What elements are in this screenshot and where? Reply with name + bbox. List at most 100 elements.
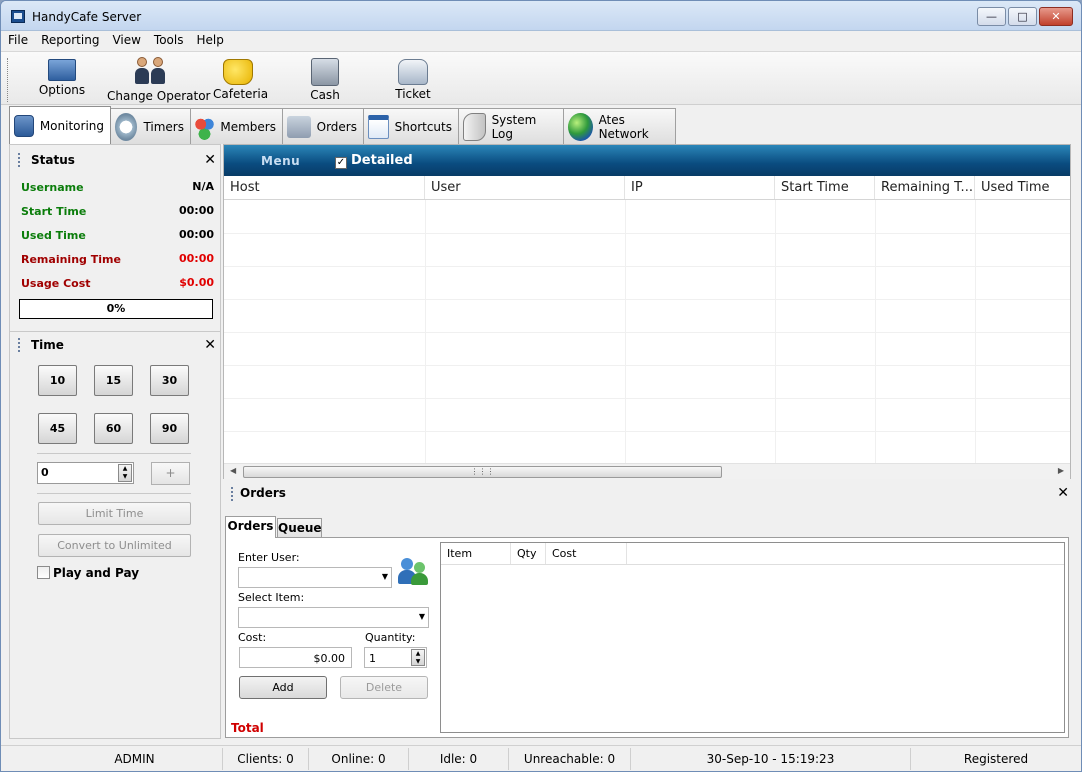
status-datetime: 30-Sep-10 - 15:19:23 bbox=[631, 748, 911, 770]
tab-shortcuts[interactable]: Shortcuts bbox=[363, 108, 459, 144]
used-time-row: Used Time 00:00 bbox=[21, 225, 214, 245]
quantity-stepper[interactable]: 1 ▲ ▼ bbox=[364, 647, 427, 668]
time-30-button[interactable]: 30 bbox=[150, 365, 189, 396]
status-panel-header: Status ✕ bbox=[10, 147, 220, 173]
stopwatch-icon bbox=[115, 112, 138, 141]
time-45-button[interactable]: 45 bbox=[38, 413, 77, 444]
grid-body[interactable] bbox=[224, 200, 1070, 463]
column-ip[interactable]: IP bbox=[625, 176, 775, 199]
column-remaining-time[interactable]: Remaining T... bbox=[875, 176, 975, 199]
scroll-thumb[interactable]: ⋮⋮⋮ bbox=[243, 466, 722, 478]
status-operator: ADMIN bbox=[47, 748, 223, 770]
ticket-button[interactable]: Ticket bbox=[393, 55, 433, 103]
cafeteria-button[interactable]: Cafeteria bbox=[213, 55, 268, 103]
tab-monitoring-label: Monitoring bbox=[39, 118, 104, 133]
limit-time-button[interactable]: Limit Time bbox=[38, 502, 191, 525]
maximize-button[interactable]: □ bbox=[1008, 7, 1037, 26]
play-and-pay-label: Play and Pay bbox=[53, 566, 140, 580]
select-item-combo[interactable]: ▼ bbox=[238, 607, 429, 628]
column-used-time[interactable]: Used Time bbox=[975, 176, 1070, 199]
options-button[interactable]: Options bbox=[37, 55, 87, 103]
add-order-button[interactable]: Add bbox=[239, 676, 327, 699]
order-items-list[interactable]: Item Qty Cost bbox=[440, 542, 1065, 733]
tab-timers[interactable]: Timers bbox=[110, 108, 191, 144]
play-and-pay-checkbox[interactable]: Play and Pay bbox=[37, 566, 139, 580]
username-row: Username N/A bbox=[21, 177, 214, 197]
checkbox-icon[interactable] bbox=[37, 566, 50, 579]
find-user-icon[interactable] bbox=[398, 556, 430, 586]
dropdown-arrow-icon[interactable]: ▼ bbox=[419, 612, 425, 621]
username-label: Username bbox=[21, 181, 84, 194]
panel-grip[interactable] bbox=[18, 153, 20, 167]
convert-unlimited-button[interactable]: Convert to Unlimited bbox=[38, 534, 191, 557]
detailed-checkbox[interactable]: ✓ Detailed bbox=[335, 153, 413, 169]
tab-system-log[interactable]: System Log bbox=[458, 108, 564, 144]
minutes-stepper[interactable]: 0 ▲ ▼ bbox=[37, 462, 134, 484]
status-bar: ADMIN Clients: 0 Online: 0 Idle: 0 Unrea… bbox=[1, 745, 1081, 771]
stepper-arrows-icon[interactable]: ▲ ▼ bbox=[411, 649, 425, 666]
scroll-icon bbox=[463, 112, 486, 141]
menu-reporting[interactable]: Reporting bbox=[34, 31, 105, 50]
left-panel: Status ✕ Username N/A Start Time 00:00 U… bbox=[9, 144, 221, 739]
column-qty[interactable]: Qty bbox=[511, 543, 546, 564]
tab-members[interactable]: Members bbox=[190, 108, 283, 144]
close-icon[interactable]: ✕ bbox=[204, 337, 216, 353]
add-time-button[interactable]: + bbox=[151, 462, 190, 485]
window-controls: — □ ✕ bbox=[977, 7, 1073, 26]
title-bar[interactable]: HandyCafe Server — □ ✕ bbox=[1, 1, 1081, 31]
panel-grip[interactable] bbox=[231, 487, 233, 501]
dropdown-arrow-icon[interactable]: ▼ bbox=[382, 572, 388, 581]
subtab-queue[interactable]: Queue bbox=[277, 518, 322, 538]
cost-field[interactable]: $0.00 bbox=[239, 647, 352, 668]
orders-panel: Orders ✕ Orders Queue Enter User: ▼ Sele… bbox=[223, 481, 1071, 739]
checkmark-icon[interactable]: ✓ bbox=[335, 157, 347, 169]
time-panel-header: Time ✕ bbox=[10, 332, 220, 358]
column-user[interactable]: User bbox=[425, 176, 625, 199]
column-host[interactable]: Host bbox=[224, 176, 425, 199]
tab-ates-network-label: Ates Network bbox=[598, 112, 649, 141]
close-icon[interactable]: ✕ bbox=[204, 152, 216, 168]
close-icon[interactable]: ✕ bbox=[1057, 485, 1069, 501]
cash-button[interactable]: Cash bbox=[305, 55, 345, 103]
orders-title: Orders bbox=[240, 486, 286, 500]
remaining-time-row: Remaining Time 00:00 bbox=[21, 249, 214, 269]
panel-grip[interactable] bbox=[18, 338, 20, 352]
used-time-label: Used Time bbox=[21, 229, 86, 242]
stepper-arrows-icon[interactable]: ▲ ▼ bbox=[118, 464, 132, 482]
column-start-time[interactable]: Start Time bbox=[775, 176, 875, 199]
column-item[interactable]: Item bbox=[441, 543, 511, 564]
quantity-value: 1 bbox=[369, 652, 376, 665]
menu-help[interactable]: Help bbox=[189, 31, 229, 50]
time-90-button[interactable]: 90 bbox=[150, 413, 189, 444]
tab-orders[interactable]: Orders bbox=[282, 108, 364, 144]
cost-label: Cost: bbox=[238, 631, 267, 644]
members-icon bbox=[195, 112, 215, 141]
toolbar-grip[interactable] bbox=[7, 58, 10, 102]
tab-monitoring[interactable]: Monitoring bbox=[9, 106, 111, 144]
menu-file[interactable]: File bbox=[1, 31, 34, 50]
scroll-right-icon[interactable]: ▶ bbox=[1058, 466, 1064, 475]
username-value: N/A bbox=[192, 180, 214, 193]
minimize-button[interactable]: — bbox=[977, 7, 1006, 26]
time-60-button[interactable]: 60 bbox=[94, 413, 133, 444]
enter-user-label: Enter User: bbox=[238, 551, 300, 564]
app-icon bbox=[11, 10, 25, 23]
tab-ates-network[interactable]: Ates Network bbox=[563, 108, 676, 144]
change-operator-button[interactable]: Change Operator bbox=[107, 55, 210, 103]
time-15-button[interactable]: 15 bbox=[94, 365, 133, 396]
horizontal-scrollbar[interactable]: ◀ ⋮⋮⋮ ▶ bbox=[224, 463, 1070, 479]
close-window-button[interactable]: ✕ bbox=[1039, 7, 1073, 26]
time-10-button[interactable]: 10 bbox=[38, 365, 77, 396]
enter-user-combo[interactable]: ▼ bbox=[238, 567, 392, 588]
monitor-icon bbox=[14, 114, 34, 137]
menu-tools[interactable]: Tools bbox=[147, 31, 190, 50]
cash-register-icon bbox=[311, 58, 339, 86]
scroll-left-icon[interactable]: ◀ bbox=[230, 466, 236, 475]
subtab-orders[interactable]: Orders bbox=[225, 516, 276, 538]
tab-members-label: Members bbox=[220, 119, 276, 134]
column-cost[interactable]: Cost bbox=[546, 543, 627, 564]
delete-order-button[interactable]: Delete bbox=[340, 676, 428, 699]
time-title: Time bbox=[31, 338, 64, 352]
monitor-menu-button[interactable]: Menu bbox=[261, 154, 300, 168]
menu-view[interactable]: View bbox=[105, 31, 146, 50]
